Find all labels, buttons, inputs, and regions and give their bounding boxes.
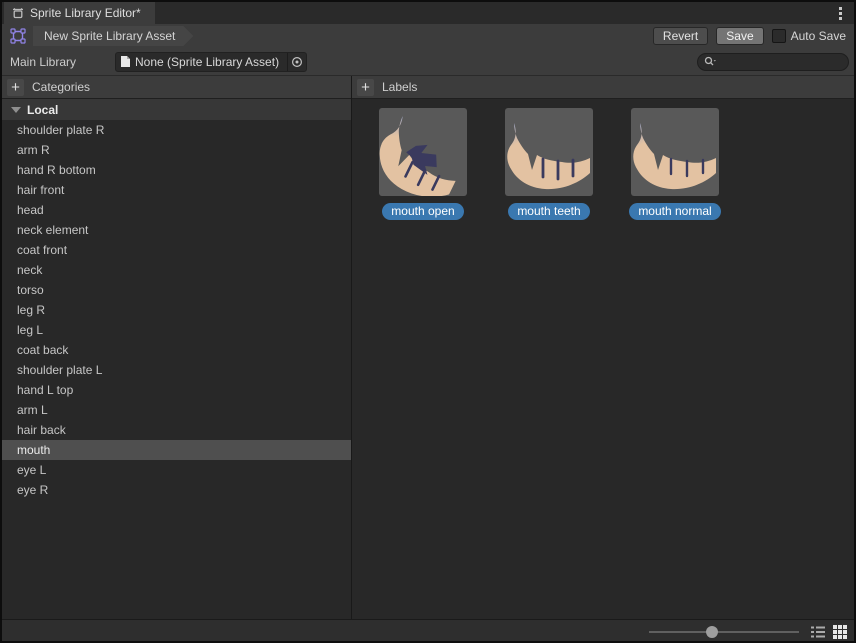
- category-item-head[interactable]: head: [2, 200, 351, 220]
- label-name-pill: mouth open: [382, 203, 463, 220]
- label-card-mouth-normal[interactable]: mouth normal: [631, 108, 719, 220]
- category-item-leg-R[interactable]: leg R: [2, 300, 351, 320]
- category-item-shoulder-plate-L[interactable]: shoulder plate L: [2, 360, 351, 380]
- category-item-neck-element[interactable]: neck element: [2, 220, 351, 240]
- breadcrumb[interactable]: New Sprite Library Asset: [33, 26, 193, 46]
- tab-sprite-library-editor[interactable]: Sprite Library Editor*: [4, 2, 155, 24]
- sprite-library-editor-window: Sprite Library Editor* New Sprite Librar…: [0, 0, 856, 643]
- search-field[interactable]: [697, 53, 849, 71]
- revert-button[interactable]: Revert: [653, 27, 708, 45]
- category-item-hand-R-bottom[interactable]: hand R bottom: [2, 160, 351, 180]
- save-button[interactable]: Save: [716, 27, 763, 45]
- sprite-thumbnail-mouth-teeth[interactable]: [505, 108, 593, 196]
- kebab-menu-icon[interactable]: [832, 2, 848, 24]
- categories-header-label: Categories: [32, 80, 90, 94]
- add-label-button[interactable]: +: [357, 79, 374, 96]
- breadcrumb-label: New Sprite Library Asset: [44, 29, 175, 43]
- footer-bar: [2, 619, 854, 643]
- sprite-library-asset-icon: [10, 28, 26, 44]
- category-item-eye-R[interactable]: eye R: [2, 480, 351, 500]
- category-item-coat-back[interactable]: coat back: [2, 340, 351, 360]
- main-library-label: Main Library: [10, 55, 115, 69]
- auto-save-checkbox[interactable]: [772, 29, 786, 43]
- label-name-pill: mouth teeth: [508, 203, 589, 220]
- thumbnail-size-slider[interactable]: [649, 624, 799, 640]
- labels-header: + Labels: [352, 76, 854, 99]
- toolbar: New Sprite Library Asset Revert Save Aut…: [2, 24, 854, 48]
- tab-title: Sprite Library Editor*: [30, 6, 141, 20]
- category-item-eye-L[interactable]: eye L: [2, 460, 351, 480]
- category-item-neck[interactable]: neck: [2, 260, 351, 280]
- label-grid: mouth open: [352, 99, 854, 619]
- content-area: + Categories Local shoulder plate Rarm R…: [2, 76, 854, 619]
- categories-header: + Categories: [2, 76, 351, 99]
- category-item-arm-L[interactable]: arm L: [2, 400, 351, 420]
- magnifier-icon: [704, 56, 717, 67]
- tab-bar: Sprite Library Editor*: [2, 2, 854, 24]
- search-input[interactable]: [720, 55, 842, 69]
- object-field-value: None (Sprite Library Asset): [135, 55, 279, 69]
- category-item-shoulder-plate-R[interactable]: shoulder plate R: [2, 120, 351, 140]
- file-icon: [120, 55, 131, 68]
- target-picker-icon[interactable]: [287, 53, 306, 71]
- sprite-library-window-icon: [11, 6, 25, 20]
- main-library-row: Main Library None (Sprite Library Asset): [2, 48, 854, 76]
- main-library-object-field[interactable]: None (Sprite Library Asset): [115, 52, 307, 72]
- category-item-hair-front[interactable]: hair front: [2, 180, 351, 200]
- label-card-mouth-teeth[interactable]: mouth teeth: [505, 108, 593, 220]
- sprite-thumbnail-mouth-open[interactable]: [379, 108, 467, 196]
- label-card-mouth-open[interactable]: mouth open: [379, 108, 467, 220]
- sprite-thumbnail-mouth-normal[interactable]: [631, 108, 719, 196]
- category-item-coat-front[interactable]: coat front: [2, 240, 351, 260]
- categories-panel: + Categories Local shoulder plate Rarm R…: [2, 76, 352, 619]
- category-item-leg-L[interactable]: leg L: [2, 320, 351, 340]
- foldout-triangle-icon: [11, 107, 21, 113]
- list-view-icon[interactable]: [809, 623, 827, 641]
- auto-save-label: Auto Save: [791, 29, 846, 43]
- slider-knob[interactable]: [706, 626, 718, 638]
- category-item-hand-L-top[interactable]: hand L top: [2, 380, 351, 400]
- add-category-button[interactable]: +: [7, 79, 24, 96]
- label-name-pill: mouth normal: [629, 203, 720, 220]
- local-group-label: Local: [27, 103, 58, 117]
- category-item-mouth[interactable]: mouth: [2, 440, 351, 460]
- category-item-hair-back[interactable]: hair back: [2, 420, 351, 440]
- category-item-arm-R[interactable]: arm R: [2, 140, 351, 160]
- category-item-torso[interactable]: torso: [2, 280, 351, 300]
- slider-track[interactable]: [649, 631, 799, 633]
- grid-view-icon[interactable]: [831, 623, 849, 641]
- category-list: Local shoulder plate Rarm Rhand R bottom…: [2, 99, 351, 619]
- local-group-foldout[interactable]: Local: [2, 99, 351, 120]
- labels-panel: + Labels: [352, 76, 854, 619]
- labels-header-label: Labels: [382, 80, 417, 94]
